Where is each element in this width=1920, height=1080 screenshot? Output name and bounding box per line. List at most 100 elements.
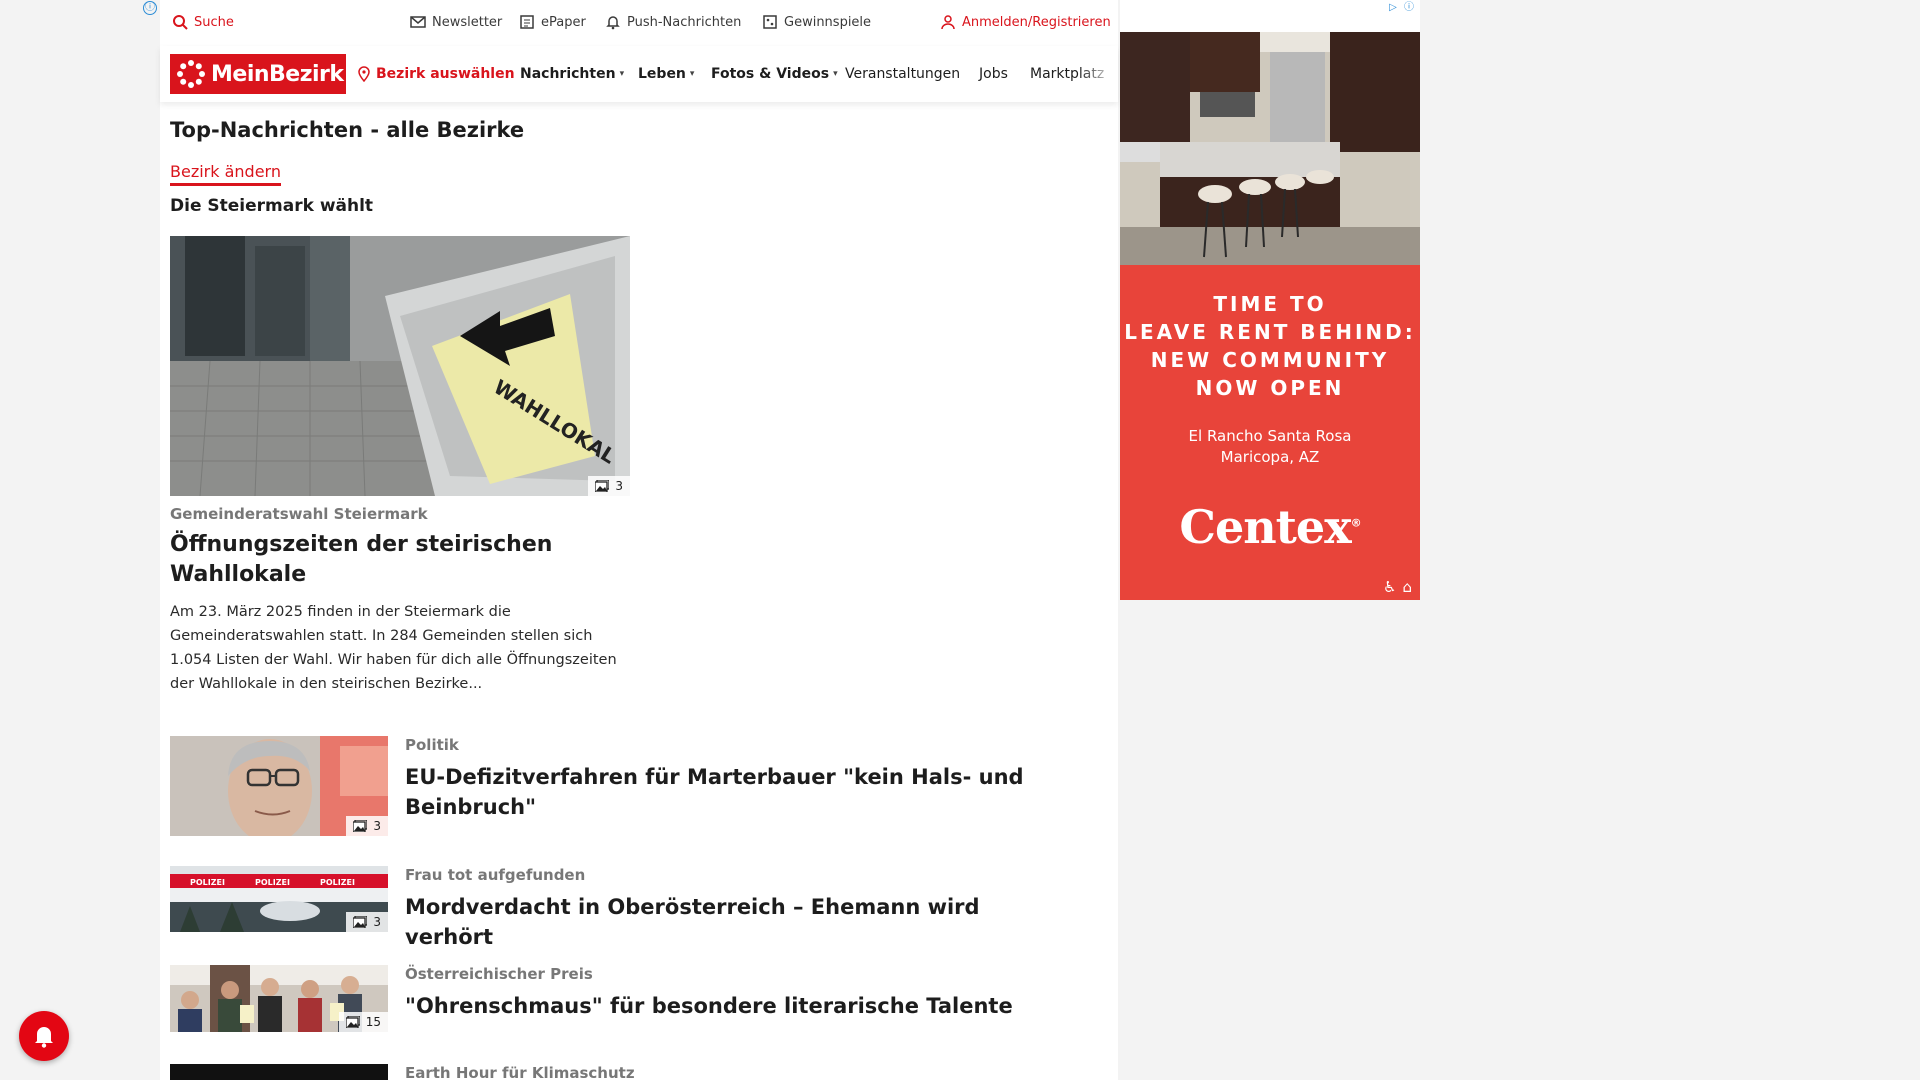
nav-label: Veranstaltungen	[845, 66, 961, 82]
bell-icon	[606, 16, 620, 30]
ad-play-icon[interactable]: ▷	[1386, 1, 1400, 15]
info-icon[interactable]: ⓘ	[143, 1, 157, 15]
main-page: Suche Newsletter ePaper Push-Nachrichten…	[160, 0, 1118, 1080]
contests-label: Gewinnspiele	[784, 14, 872, 30]
notification-bell-button[interactable]	[19, 1011, 69, 1061]
nav-label: Nachrichten	[520, 66, 616, 82]
newsletter-label: Newsletter	[432, 14, 503, 30]
nav-label: Fotos & Videos	[711, 66, 830, 82]
list-item[interactable]: POLIZEI POLIZEI POLIZEI 3 Frau tot aufge…	[170, 866, 1070, 949]
ad-brand-text: Centex	[1179, 500, 1351, 554]
bell-icon	[35, 1027, 53, 1048]
photo-count-badge: 3	[346, 816, 388, 836]
search-label: Suche	[194, 14, 234, 30]
article-kicker: Earth Hour für Klimaschutz	[405, 1064, 635, 1080]
nav-label: Leben	[638, 66, 686, 82]
search-icon	[173, 15, 188, 30]
photo-count: 3	[373, 915, 381, 929]
lead-teaser: Am 23. März 2025 finden in der Steiermar…	[170, 604, 617, 692]
list-item[interactable]: 3 Politik EU-Defizitverfahren für Marter…	[170, 736, 1070, 836]
page-title: Top-Nachrichten - alle Bezirke	[170, 118, 525, 142]
gift-icon	[763, 15, 777, 29]
lead-headline[interactable]: Öffnungszeiten der steirischen Wahllokal…	[170, 530, 630, 590]
photo-count: 3	[615, 479, 623, 493]
login-link[interactable]: Anmelden/Registrieren	[940, 14, 1111, 30]
kitchen-photo	[1120, 32, 1420, 265]
photo-count-badge: 3	[588, 476, 630, 496]
section-title: Die Steiermark wählt	[170, 196, 374, 216]
login-label: Anmelden/Registrieren	[962, 14, 1111, 30]
photo-count: 3	[373, 819, 381, 833]
nav-item-fotos-videos[interactable]: Fotos & Videos ▾	[711, 66, 838, 82]
mail-icon	[410, 16, 426, 28]
user-icon	[941, 15, 955, 30]
tape-text: POLIZEI	[320, 878, 355, 887]
ad-location-line: El Rancho Santa Rosa	[1188, 427, 1352, 445]
newsletter-link[interactable]: Newsletter	[410, 14, 502, 30]
equal-housing-icon: ⌂	[1402, 578, 1412, 596]
ad-info-icon[interactable]: ⓘ	[1402, 1, 1416, 15]
photo-count-badge: 15	[338, 1012, 388, 1032]
advertisement[interactable]: ▷ ⓘ TIME TO LEAVE RENT BEHIND: NEW COMMU…	[1120, 0, 1420, 600]
ad-top-strip	[1120, 0, 1420, 32]
lead-kicker: Gemeinderatswahl Steiermark	[170, 505, 428, 523]
push-label: Push-Nachrichten	[627, 14, 742, 30]
article-kicker: Politik	[405, 736, 459, 754]
photo-count: 15	[365, 1015, 381, 1029]
utility-bar: Suche Newsletter ePaper Push-Nachrichten…	[160, 0, 1118, 46]
photo-count-badge: 3	[346, 912, 388, 932]
logo-mark-icon	[177, 60, 205, 88]
tape-text: POLIZEI	[255, 878, 290, 887]
ad-location-line: Maricopa, AZ	[1220, 448, 1320, 466]
article-thumbnail: 15	[170, 965, 388, 1032]
tape-text: POLIZEI	[190, 878, 225, 887]
search-link[interactable]: Suche	[172, 14, 234, 30]
location-pin-icon	[358, 66, 370, 82]
change-district-link[interactable]: Bezirk ändern	[170, 162, 281, 186]
push-link[interactable]: Push-Nachrichten	[605, 14, 741, 30]
epaper-label: ePaper	[541, 14, 586, 30]
ad-headline-line: NOW OPEN	[1195, 376, 1345, 400]
ad-location: El Rancho Santa Rosa Maricopa, AZ	[1120, 426, 1420, 468]
epaper-link[interactable]: ePaper	[519, 14, 586, 30]
newspaper-icon	[520, 15, 534, 29]
nav-label: Jobs	[979, 66, 1008, 82]
nav-overflow-fade	[1078, 46, 1118, 102]
lead-article-image[interactable]: WAHLLOKAL 3	[170, 236, 630, 496]
chevron-down-icon: ▾	[833, 69, 838, 79]
gallery-icon	[345, 1016, 360, 1028]
gallery-icon	[353, 820, 368, 832]
ad-accessibility-icons: ♿ ⌂	[1383, 578, 1412, 596]
ad-headline-line: LEAVE RENT BEHIND:	[1124, 320, 1416, 344]
gallery-icon	[595, 480, 610, 492]
ad-headline-line: NEW COMMUNITY	[1150, 348, 1390, 372]
article-thumbnail: 3	[170, 736, 388, 836]
district-select[interactable]: Bezirk auswählen	[356, 66, 515, 82]
article-headline[interactable]: Mordverdacht in Oberösterreich – Ehemann…	[405, 892, 1045, 952]
gallery-icon	[353, 916, 368, 928]
article-headline[interactable]: "Ohrenschmaus" für besondere literarisch…	[405, 991, 1045, 1021]
logo[interactable]: MeinBezirk	[170, 54, 346, 94]
list-item[interactable]: Earth Hour für Klimaschutz	[170, 1064, 1070, 1080]
chevron-down-icon: ▾	[689, 69, 695, 79]
main-nav: MeinBezirk Bezirk auswählen Nachrichten ▾…	[160, 46, 1118, 102]
article-kicker: Österreichischer Preis	[405, 965, 593, 983]
nav-item-leben[interactable]: Leben ▾	[638, 66, 694, 82]
chevron-down-icon: ▾	[619, 69, 625, 79]
ad-headline-line: TIME TO	[1213, 292, 1327, 316]
wheelchair-icon: ♿	[1383, 578, 1397, 596]
article-headline[interactable]: EU-Defizitverfahren für Marterbauer "kei…	[405, 762, 1045, 822]
list-item[interactable]: 15 Österreichischer Preis "Ohrenschmaus"…	[170, 965, 1070, 1032]
district-select-label: Bezirk auswählen	[376, 66, 515, 82]
nav-item-jobs[interactable]: Jobs	[979, 66, 1008, 82]
polling-station-photo: WAHLLOKAL	[170, 236, 630, 496]
article-thumbnail	[170, 1064, 388, 1080]
logo-text: MeinBezirk	[211, 61, 344, 87]
nav-item-nachrichten[interactable]: Nachrichten ▾	[520, 66, 624, 82]
ad-headline: TIME TO LEAVE RENT BEHIND: NEW COMMUNITY…	[1120, 290, 1420, 402]
registered-mark: ®	[1350, 516, 1362, 530]
contests-link[interactable]: Gewinnspiele	[762, 14, 871, 30]
article-kicker: Frau tot aufgefunden	[405, 866, 586, 884]
ad-choices[interactable]: ▷ ⓘ	[1386, 1, 1416, 15]
nav-item-veranstaltungen[interactable]: Veranstaltungen	[845, 66, 960, 82]
